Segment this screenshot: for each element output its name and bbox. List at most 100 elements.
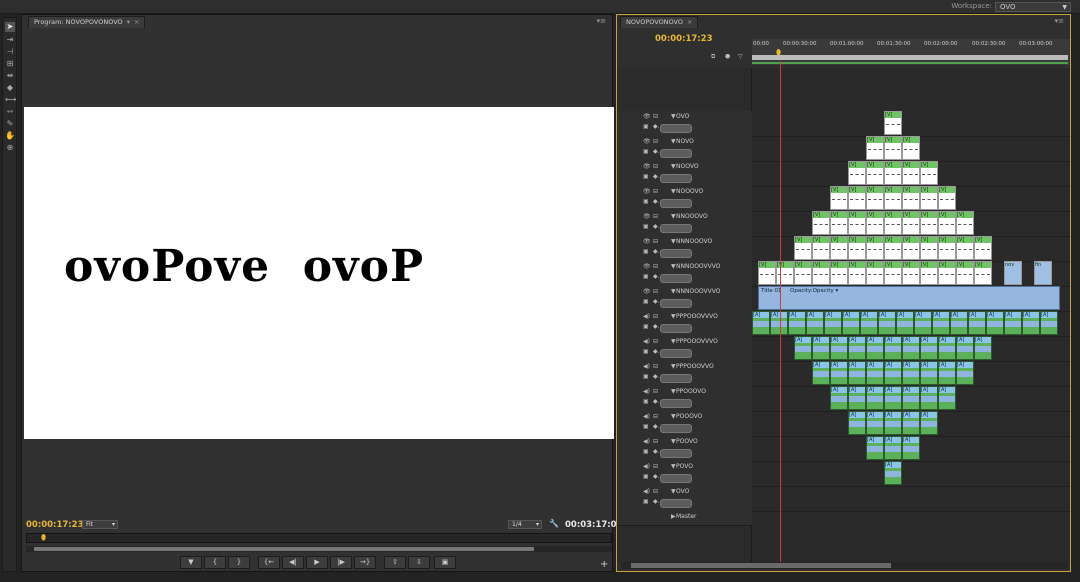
step-back-icon[interactable]: ◀| (282, 556, 304, 569)
audio-track-header[interactable]: ◀) ⊟ ▼ POOOVO ▣ ◆. (617, 411, 752, 437)
program-time-ruler[interactable]: ⬮ (26, 533, 612, 543)
lock-icon[interactable]: ⊟ (653, 263, 658, 270)
audio-clip[interactable]: [A] (830, 361, 848, 385)
display-style-icon[interactable]: ▣ (643, 448, 649, 455)
keyframe-nav-control[interactable] (660, 249, 692, 258)
video-clip[interactable]: [V] (812, 211, 830, 235)
keyframe-icon[interactable]: ◆. (653, 248, 660, 255)
keyframe-nav-control[interactable] (660, 224, 692, 233)
audio-clip[interactable]: [A] (986, 311, 1004, 335)
eye-icon[interactable]: 👁 (643, 163, 651, 170)
video-clip[interactable]: [V] (848, 211, 866, 235)
slide-tool-icon[interactable]: ⇿ (5, 107, 15, 117)
video-clip[interactable]: [V] (848, 161, 866, 185)
keyframe-icon[interactable]: ◆. (653, 473, 660, 480)
track-lane[interactable]: [A] [A] [A] [A] [A] (752, 411, 1070, 437)
keyframe-nav-control[interactable] (660, 149, 692, 158)
video-track-header[interactable]: 👁 ⊟ ▼ NOVO ▣ ◆. (617, 136, 752, 162)
video-clip[interactable]: [V] (956, 261, 974, 285)
keyframe-nav-control[interactable] (660, 449, 692, 458)
display-style-icon[interactable]: ▣ (643, 398, 649, 405)
video-clip[interactable]: [V] (884, 236, 902, 260)
eye-icon[interactable]: 👁 (643, 288, 651, 295)
lock-icon[interactable]: ⊟ (653, 413, 658, 420)
lock-icon[interactable]: ⊟ (653, 438, 658, 445)
track-lane[interactable]: [A] [A] [A] [A] [A] [A] [A] [A] [A] [A] [A] (752, 336, 1070, 362)
audio-clip[interactable]: [A] (812, 336, 830, 360)
keyframe-nav-control[interactable] (660, 299, 692, 308)
video-clip[interactable]: [V] (902, 211, 920, 235)
expand-triangle-icon[interactable]: ▼ (671, 388, 676, 395)
keyframe-icon[interactable]: ◆. (653, 273, 660, 280)
timeline-current-timecode[interactable]: 00:00:17:23 (655, 34, 713, 44)
video-clip[interactable]: [V] (902, 161, 920, 185)
title-clip-effect[interactable]: Opacity:Opacity ▾ (790, 288, 838, 294)
video-clip[interactable]: [V] (920, 261, 938, 285)
add-button-icon[interactable]: + (600, 559, 608, 570)
video-clip[interactable]: [V] (866, 211, 884, 235)
panel-menu-icon[interactable]: ▾≡ (597, 17, 606, 25)
video-clip[interactable]: [V] (884, 136, 902, 160)
expand-triangle-icon[interactable]: ▼ (671, 488, 676, 495)
keyframe-nav-control[interactable] (660, 199, 692, 208)
audio-clip[interactable]: [A] (914, 311, 932, 335)
keyframe-nav-control[interactable] (660, 324, 692, 333)
go-to-out-icon[interactable]: →} (354, 556, 376, 569)
set-encore-marker-icon[interactable]: ⬣ (725, 53, 730, 60)
snap-icon[interactable]: ⧉ (711, 53, 715, 61)
track-lane[interactable]: [A] [A] [A] [A] [A] [A] [A] (752, 386, 1070, 412)
audio-clip[interactable]: [A] (848, 336, 866, 360)
audio-clip[interactable]: [A] (920, 336, 938, 360)
rate-stretch-tool-icon[interactable]: ⇹ (5, 71, 15, 81)
chevron-down-icon[interactable]: ▾ (127, 18, 130, 26)
audio-clip[interactable]: [A] (752, 311, 770, 335)
keyframe-icon[interactable]: ◆. (653, 198, 660, 205)
audio-clip[interactable]: [A] (1022, 311, 1040, 335)
audio-clip[interactable]: [A] (830, 386, 848, 410)
keyframe-icon[interactable]: ◆. (653, 498, 660, 505)
display-style-icon[interactable]: ▣ (643, 298, 649, 305)
keyframe-icon[interactable]: ◆. (653, 448, 660, 455)
lock-icon[interactable]: ⊟ (653, 388, 658, 395)
audio-clip[interactable]: [A] (896, 311, 914, 335)
keyframe-nav-control[interactable] (660, 349, 692, 358)
audio-clip[interactable]: [A] (902, 411, 920, 435)
display-style-icon[interactable]: ▣ (643, 348, 649, 355)
video-clip[interactable]: [V] (974, 236, 992, 260)
audio-clip[interactable]: [A] (794, 336, 812, 360)
ripple-edit-tool-icon[interactable]: ⊣ (5, 47, 15, 57)
eye-icon[interactable]: 👁 (643, 188, 651, 195)
video-clip[interactable]: [V] (920, 236, 938, 260)
add-marker-icon[interactable]: ▽ (738, 53, 743, 60)
lock-icon[interactable]: ⊟ (653, 463, 658, 470)
eye-icon[interactable]: 👁 (643, 263, 651, 270)
audio-clip[interactable]: [A] (950, 311, 968, 335)
track-lane[interactable] (752, 486, 1070, 512)
lock-icon[interactable]: ⊟ (653, 188, 658, 195)
export-frame-icon[interactable]: ▣ (434, 556, 456, 569)
go-to-in-icon[interactable]: {← (258, 556, 280, 569)
audio-clip[interactable]: [A] (812, 361, 830, 385)
close-icon[interactable]: × (687, 18, 692, 26)
keyframe-nav-control[interactable] (660, 124, 692, 133)
audio-clip[interactable]: [A] (1004, 311, 1022, 335)
display-style-icon[interactable]: ▣ (643, 373, 649, 380)
video-clip[interactable]: [V] (884, 211, 902, 235)
audio-clip[interactable]: [A] (884, 411, 902, 435)
in-point-icon[interactable]: { (204, 556, 226, 569)
keyframe-icon[interactable]: ◆. (653, 348, 660, 355)
expand-triangle-icon[interactable]: ▼ (671, 163, 676, 170)
video-clip[interactable]: [V] (884, 111, 902, 135)
timeline-tab[interactable]: NOVOPOVONOVO × (620, 16, 699, 28)
lock-icon[interactable]: ⊟ (653, 288, 658, 295)
display-style-icon[interactable]: ▣ (643, 148, 649, 155)
lock-icon[interactable]: ⊟ (653, 138, 658, 145)
audio-clip[interactable]: [A] (974, 336, 992, 360)
video-clip[interactable]: [V] (938, 261, 956, 285)
keyframe-icon[interactable]: ◆. (653, 173, 660, 180)
track-lane[interactable]: [A] (752, 461, 1070, 487)
video-clip[interactable]: [V] (956, 211, 974, 235)
audio-clip[interactable]: [A] (848, 386, 866, 410)
audio-clip[interactable]: [A] (884, 436, 902, 460)
track-lane[interactable]: [A] [A] [A] [A] [A] [A] [A] [A] [A] [A] [A] [A] [A][… (752, 311, 1070, 337)
